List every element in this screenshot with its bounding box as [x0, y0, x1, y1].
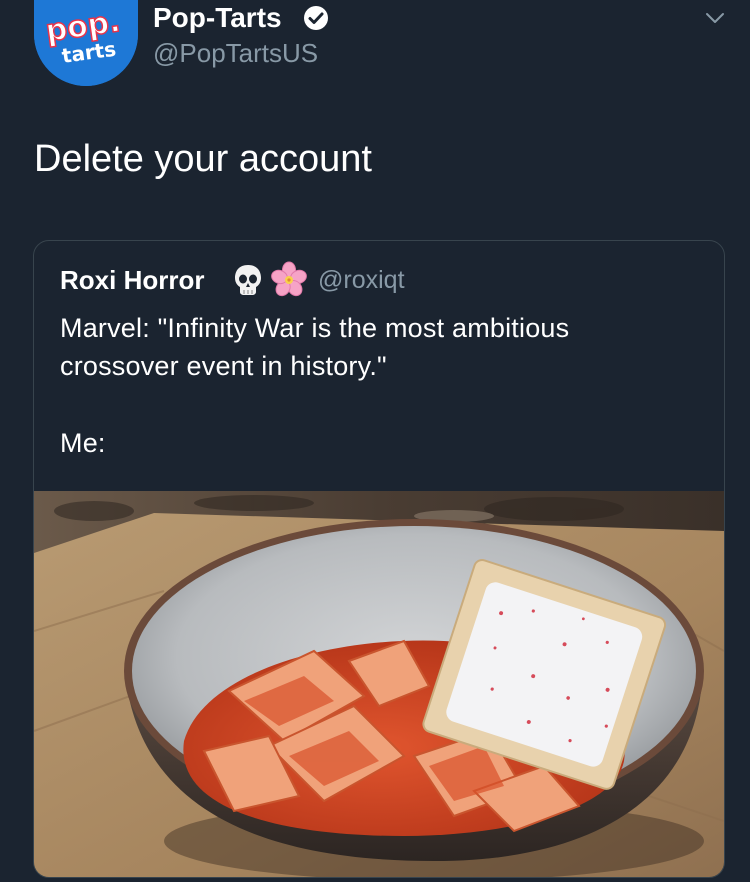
quoted-tweet-photo[interactable]: [34, 491, 724, 877]
author-handle[interactable]: @PopTartsUS: [153, 38, 318, 69]
tweet: pop. tarts Pop-Tarts @PopTartsUS Delete …: [0, 0, 750, 882]
quoted-text-line-2: crossover event in history.": [60, 351, 387, 381]
author-display-name[interactable]: Pop-Tarts: [153, 2, 282, 34]
quoted-author-display-name[interactable]: Roxi Horror: [60, 265, 204, 296]
cherry-blossom-emoji-icon: [271, 261, 307, 297]
tweet-text: Delete your account: [34, 138, 372, 180]
chevron-down-icon[interactable]: [703, 6, 727, 30]
skull-emoji-icon: [235, 265, 261, 295]
avatar-poptarts-logo[interactable]: pop. tarts: [34, 0, 138, 86]
quoted-tweet-card[interactable]: Roxi Horror @roxiqt Marvel: "Infinity Wa…: [33, 240, 725, 878]
verified-badge-icon: [304, 6, 328, 30]
quoted-text-line-3: Me:: [60, 428, 106, 458]
quoted-author-handle[interactable]: @roxiqt: [318, 266, 405, 295]
quoted-text-line-1: Marvel: "Infinity War is the most ambiti…: [60, 313, 570, 343]
